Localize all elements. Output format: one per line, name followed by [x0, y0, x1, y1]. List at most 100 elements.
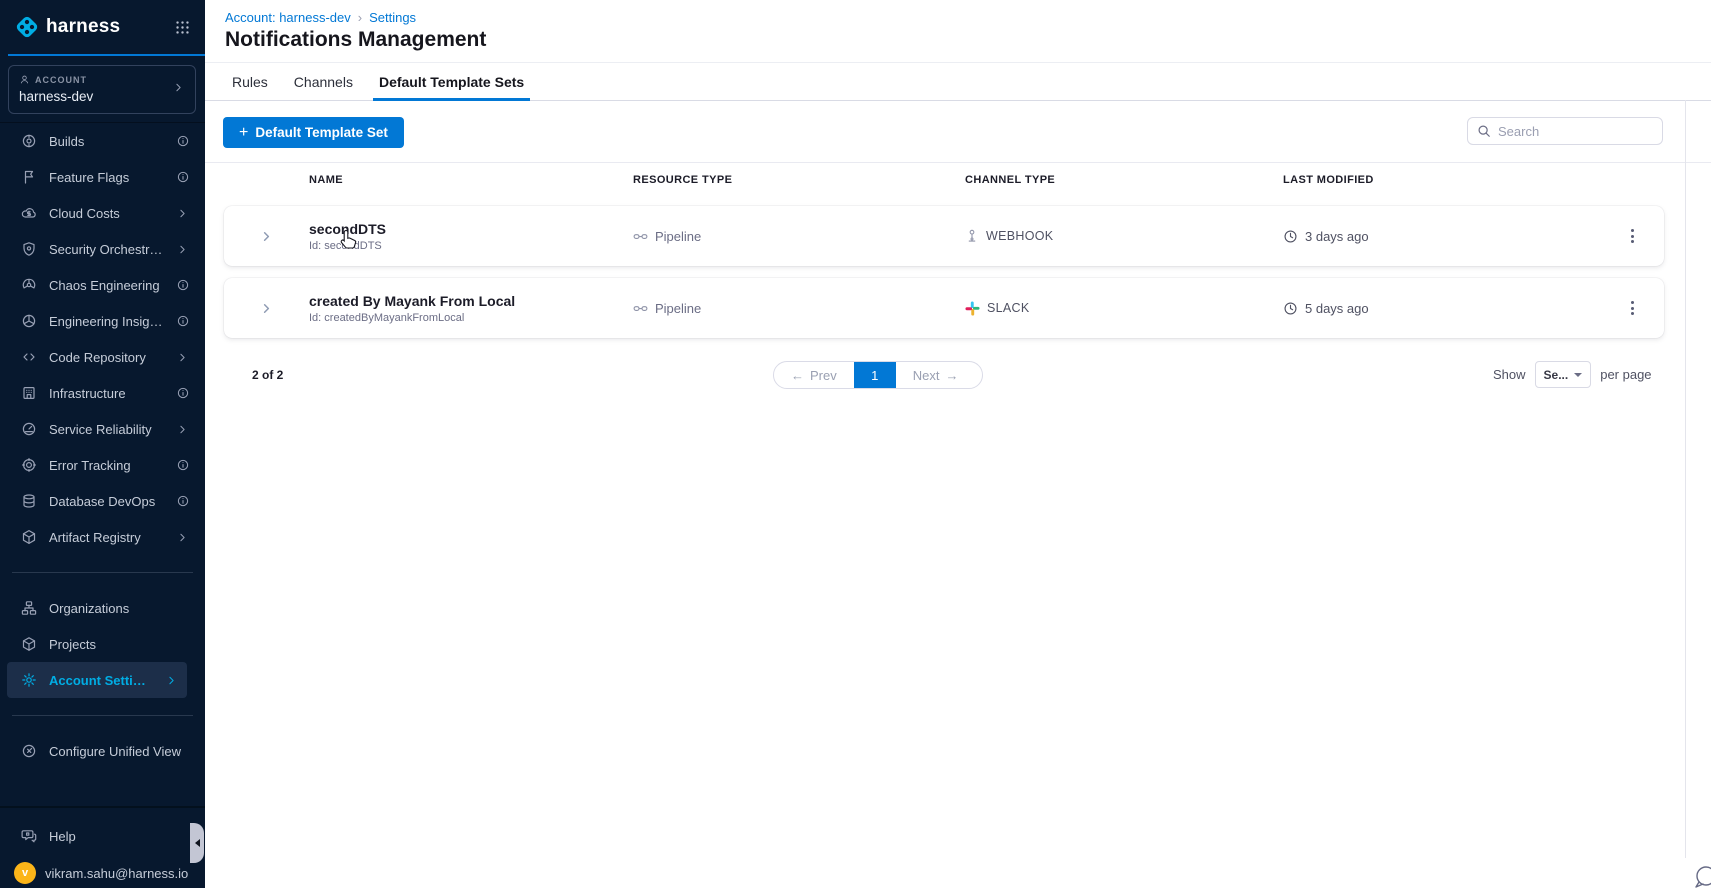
right-panel-divider	[1685, 100, 1686, 858]
kebab-menu-button[interactable]	[1625, 223, 1640, 249]
next-page-button[interactable]: Next →	[896, 362, 976, 388]
sidebar-item-help[interactable]: Help	[0, 822, 205, 850]
sidebar-item-engineering-insights[interactable]: Engineering Insights	[0, 303, 205, 339]
sidebar-footer: Help v vikram.sahu@harness.io	[0, 806, 205, 888]
sidebar-item-security-orchestration[interactable]: Security Orchestrat...	[0, 231, 205, 267]
sidebar-item-code-repository[interactable]: Code Repository	[0, 339, 205, 375]
info-icon[interactable]	[175, 278, 190, 293]
resource-type-label: Pipeline	[655, 228, 702, 244]
sidebar-item-builds[interactable]: Builds	[0, 123, 205, 159]
chevron-right-icon	[175, 206, 190, 221]
template-set-id: Id: createdByMayankFromLocal	[309, 311, 465, 324]
service-reliability-icon	[20, 421, 37, 438]
sidebar-item-database-devops[interactable]: Database DevOps	[0, 483, 205, 519]
sidebar-item-account-settings[interactable]: Account Settings	[7, 662, 187, 698]
sidebar-item-error-tracking[interactable]: Error Tracking	[0, 447, 205, 483]
sidebar-item-label: Error Tracking	[49, 457, 131, 473]
pagination-pill: ← Prev 1 Next →	[773, 361, 983, 389]
apps-grid-icon[interactable]	[174, 19, 191, 36]
sidebar-item-chaos-engineering[interactable]: Chaos Engineering	[0, 267, 205, 303]
sidebar-divider	[12, 572, 193, 573]
clock-icon	[1284, 301, 1297, 315]
avatar[interactable]: v	[14, 862, 36, 884]
plus-icon: +	[239, 123, 249, 141]
sidebar-item-label: Artifact Registry	[49, 529, 141, 545]
channel-type-cell: SLACK	[965, 300, 1283, 316]
clock-icon	[1284, 229, 1297, 243]
last-modified-cell: 5 days ago	[1283, 301, 1600, 316]
breadcrumb-settings-link[interactable]: Settings	[369, 10, 416, 25]
last-modified-label: 5 days ago	[1305, 300, 1369, 316]
toolbar: + Default Template Set	[205, 102, 1711, 249]
prev-label: Prev	[810, 367, 837, 383]
sidebar-item-artifact-registry[interactable]: Artifact Registry	[0, 519, 205, 555]
expand-chevron-icon[interactable]	[224, 229, 309, 244]
webhook-icon	[968, 229, 976, 242]
sidebar-item-projects[interactable]: Projects	[0, 626, 205, 662]
builds-icon	[20, 133, 37, 150]
user-profile-row[interactable]: v vikram.sahu@harness.io	[0, 862, 205, 884]
new-default-template-set-button[interactable]: + Default Template Set	[223, 117, 404, 148]
tab-channels[interactable]: Channels	[294, 63, 353, 100]
channel-type-label: WEBHOOK	[986, 229, 1054, 243]
info-icon[interactable]	[175, 458, 190, 473]
expand-chevron-icon[interactable]	[224, 301, 309, 316]
sidebar-item-organizations[interactable]: Organizations	[0, 590, 205, 626]
chat-bubble-icon[interactable]	[1686, 860, 1711, 888]
main-content: Account: harness-dev › Settings Notifica…	[205, 0, 1711, 888]
prev-page-button[interactable]: ← Prev	[774, 362, 854, 388]
error-tracking-icon	[20, 457, 37, 474]
channel-type-label: SLACK	[987, 301, 1030, 315]
page-number-button[interactable]: 1	[853, 362, 896, 388]
sidebar-item-feature-flags[interactable]: Feature Flags	[0, 159, 205, 195]
next-label: Next	[912, 367, 940, 383]
last-modified-label: 3 days ago	[1305, 228, 1369, 244]
harness-logo-icon[interactable]	[14, 14, 40, 40]
search-input[interactable]	[1498, 123, 1674, 139]
info-icon[interactable]	[175, 314, 190, 329]
info-icon[interactable]	[175, 494, 190, 509]
resource-type-label: Pipeline	[655, 300, 702, 316]
info-icon[interactable]	[175, 134, 190, 149]
name-cell: secondDTS Id: secondDTS	[309, 221, 633, 252]
sidebar-item-label: Chaos Engineering	[49, 277, 160, 293]
sidebar-item-label: Projects	[49, 636, 96, 652]
sidebar-item-label: Infrastructure	[49, 385, 126, 401]
gear-icon	[20, 672, 37, 689]
account-scope-card[interactable]: ACCOUNT harness-dev	[8, 65, 196, 114]
sidebar-item-service-reliability[interactable]: Service Reliability	[0, 411, 205, 447]
sidebar-item-cloud-costs[interactable]: Cloud Costs	[0, 195, 205, 231]
per-page-label: per page	[1600, 367, 1652, 382]
logo-row: harness	[0, 0, 205, 54]
sidebar-item-label: Code Repository	[49, 349, 146, 365]
pipeline-icon	[633, 305, 648, 311]
table-row[interactable]: secondDTS Id: secondDTS Pipeline WEBHOOK…	[224, 206, 1664, 266]
tab-rules[interactable]: Rules	[232, 63, 268, 100]
sidebar-item-label: Database DevOps	[49, 493, 156, 509]
sidebar-item-infrastructure[interactable]: Infrastructure	[0, 375, 205, 411]
slack-icon	[965, 300, 980, 316]
table-row[interactable]: created By Mayank From Local Id: created…	[224, 278, 1664, 338]
page-size-select[interactable]: Se...	[1534, 361, 1592, 388]
sidebar-item-label: Engineering Insights	[49, 313, 163, 329]
tab-default-template-sets[interactable]: Default Template Sets	[372, 63, 531, 101]
kebab-menu-button[interactable]	[1625, 295, 1640, 321]
chevron-right-icon	[175, 242, 190, 257]
channel-type-cell: WEBHOOK	[965, 229, 1283, 243]
feature-flags-icon	[20, 169, 37, 186]
pagination-count: 2 of 2	[252, 368, 284, 382]
search-box[interactable]	[1467, 117, 1674, 145]
resource-type-cell: Pipeline	[633, 229, 965, 244]
artifact-registry-icon	[20, 529, 37, 546]
sidebar-collapse-handle[interactable]	[190, 823, 204, 863]
last-modified-cell: 3 days ago	[1283, 229, 1600, 244]
help-chat-icon	[20, 828, 37, 845]
breadcrumb-account-link[interactable]: Account: harness-dev	[225, 10, 351, 25]
user-email: vikram.sahu@harness.io	[45, 865, 189, 881]
infrastructure-icon	[20, 385, 37, 402]
sidebar-item-label: Feature Flags	[49, 169, 130, 185]
info-icon[interactable]	[175, 386, 190, 401]
sidebar-item-configure-unified-view[interactable]: Configure Unified View	[0, 733, 205, 769]
info-icon[interactable]	[175, 170, 190, 185]
sidebar-item-label: Organizations	[49, 600, 130, 616]
